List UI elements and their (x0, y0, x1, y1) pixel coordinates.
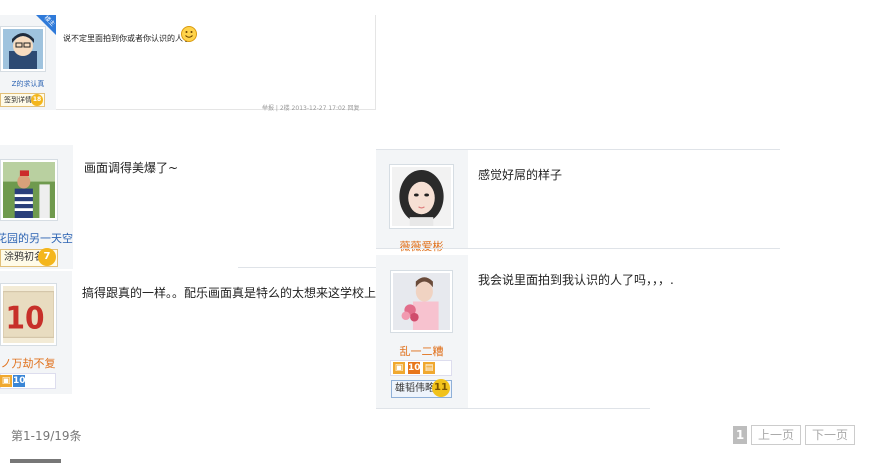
post-1-username[interactable]: Z的求认真 (0, 79, 56, 89)
corner-badge: 楼主 (36, 15, 56, 35)
avatar-image (3, 29, 43, 69)
avatar-image (393, 273, 450, 330)
smile-emoji-icon (181, 26, 197, 42)
level-badge: 18 (31, 94, 43, 106)
divider (238, 267, 376, 268)
badge-icon: ▤ (423, 362, 435, 374)
badge-icon: 10 (13, 375, 26, 387)
avatar-image: 10 (2, 286, 55, 343)
badge-icon: 10 (408, 362, 421, 374)
post-3-content: 搞得跟真的一样。。配乐画面真是特么的太想来这学校上大学了！ (82, 286, 425, 300)
avatar-image (3, 162, 55, 218)
level-badge: 7 (38, 248, 56, 266)
avatar-image (392, 167, 451, 226)
svg-text:10: 10 (6, 300, 45, 337)
level-badge: 11 (432, 379, 450, 397)
page-1-button[interactable]: 1 (733, 426, 747, 444)
divider (376, 248, 780, 249)
post-5-username[interactable]: 乱一二糟 (390, 343, 453, 359)
post-4-content: 感觉好屌的样子 (478, 168, 563, 182)
post-1-sign-button[interactable]: 签到详情 18 (0, 93, 45, 107)
reply-bar (10, 459, 61, 463)
pager-summary: 第1-19/19条 (11, 429, 82, 443)
post-1-meta: 举报 | 2楼 2013-12-27 17:02 回复 (262, 105, 360, 112)
post-4-avatar[interactable] (389, 164, 454, 229)
post-5-avatar[interactable] (390, 270, 453, 333)
post-2-username[interactable]: 花园的另一天空 (0, 230, 73, 246)
level-title: 雄韬伟略 (395, 383, 435, 394)
post-5-badges[interactable]: ▣ 10 ▤ (390, 360, 452, 376)
next-page-button[interactable]: 下一页 (805, 425, 855, 445)
post-1-text: 说不定里面拍到你或者你认识的人了 (63, 34, 191, 43)
post-4-username[interactable]: 薇薇爱彬 (389, 238, 454, 254)
badge-icon: ▣ (0, 375, 12, 387)
prev-page-button[interactable]: 上一页 (751, 425, 801, 445)
post-2-content: 画面调得美爆了~ (84, 161, 179, 175)
post-3-avatar[interactable]: 10 (0, 283, 57, 346)
post-5-content: 我会说里面拍到我认识的人了吗，，，. (478, 273, 674, 287)
post-1-content: 说不定里面拍到你或者你认识的人了 (63, 33, 191, 44)
post-3-username[interactable]: ノ万劫不复 (0, 355, 56, 371)
sign-button-label: 签到详情 (4, 96, 32, 104)
post-3-badges[interactable]: ▣ 10 (0, 373, 56, 389)
post-2-avatar[interactable] (0, 159, 58, 221)
post-5-level[interactable]: 雄韬伟略 11 (391, 379, 452, 398)
badge-icon: ▣ (393, 362, 405, 374)
divider (376, 408, 650, 409)
post-2-level[interactable]: 涂鸦初名 7 (0, 248, 58, 267)
